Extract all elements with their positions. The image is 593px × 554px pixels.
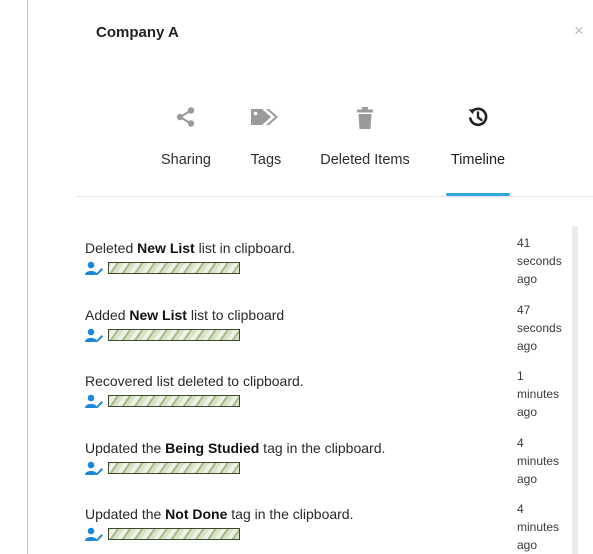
tab-deleted-items[interactable]: Deleted Items [311, 100, 419, 198]
trash-icon [357, 107, 373, 129]
tabs-divider [76, 196, 593, 197]
tab-bar: Sharing Tags Deleted Items Timeline [28, 100, 593, 200]
redacted-user-name [108, 329, 240, 341]
user-edit-icon [85, 394, 103, 408]
timeline-time: 47 seconds ago [517, 303, 562, 353]
timeline-message: Updated the Not Done tag in the clipboar… [85, 506, 354, 522]
user-edit-icon [85, 261, 103, 275]
tab-timeline-label: Timeline [450, 152, 506, 168]
user-edit-icon [85, 328, 103, 342]
timeline-time: 1 minutes ago [517, 369, 560, 419]
redacted-user-name [108, 395, 240, 407]
user-edit-icon [85, 527, 103, 541]
tab-sharing-label: Sharing [161, 152, 211, 168]
timeline-item: Updated the Being Studied tag in the cli… [76, 426, 578, 492]
close-icon[interactable]: × [574, 22, 584, 39]
timeline-message: Recovered list deleted to clipboard. [85, 373, 304, 389]
timeline-message: Deleted New List list in clipboard. [85, 240, 296, 256]
tab-timeline[interactable]: Timeline [442, 100, 514, 198]
history-icon [468, 107, 488, 127]
user-edit-icon [85, 461, 103, 475]
tab-deleted-items-label: Deleted Items [320, 152, 410, 168]
timeline-scrollbar[interactable] [572, 226, 578, 554]
timeline-message: Added New List list to clipboard [85, 307, 285, 323]
redacted-user-name [108, 262, 240, 274]
redacted-user-name [108, 462, 240, 474]
share-icon [176, 107, 195, 127]
tab-sharing[interactable]: Sharing [154, 100, 218, 198]
panel-title: Company A [96, 24, 179, 41]
timeline-item: Added New List list to clipboard 47 secon… [76, 293, 578, 359]
tab-tags[interactable]: Tags [240, 100, 292, 198]
tab-tags-label: Tags [250, 152, 282, 168]
timeline-time: 4 minutes ago [517, 436, 560, 486]
timeline-list: Deleted New List list in clipboard. 41 se… [76, 226, 578, 554]
tag-icon [251, 109, 278, 125]
timeline-time: 4 minutes ago [517, 502, 560, 552]
redacted-user-name [108, 528, 240, 540]
timeline-item: Updated the Not Done tag in the clipboar… [76, 492, 578, 554]
timeline-item: Deleted New List list in clipboard. 41 se… [76, 226, 578, 292]
timeline-item: Recovered list deleted to clipboard. 1 mi… [76, 359, 578, 425]
company-panel: Company A × Sharing Tags Deleted Items T… [28, 0, 593, 554]
timeline-message: Updated the Being Studied tag in the cli… [85, 440, 386, 456]
timeline-time: 41 seconds ago [517, 236, 562, 286]
